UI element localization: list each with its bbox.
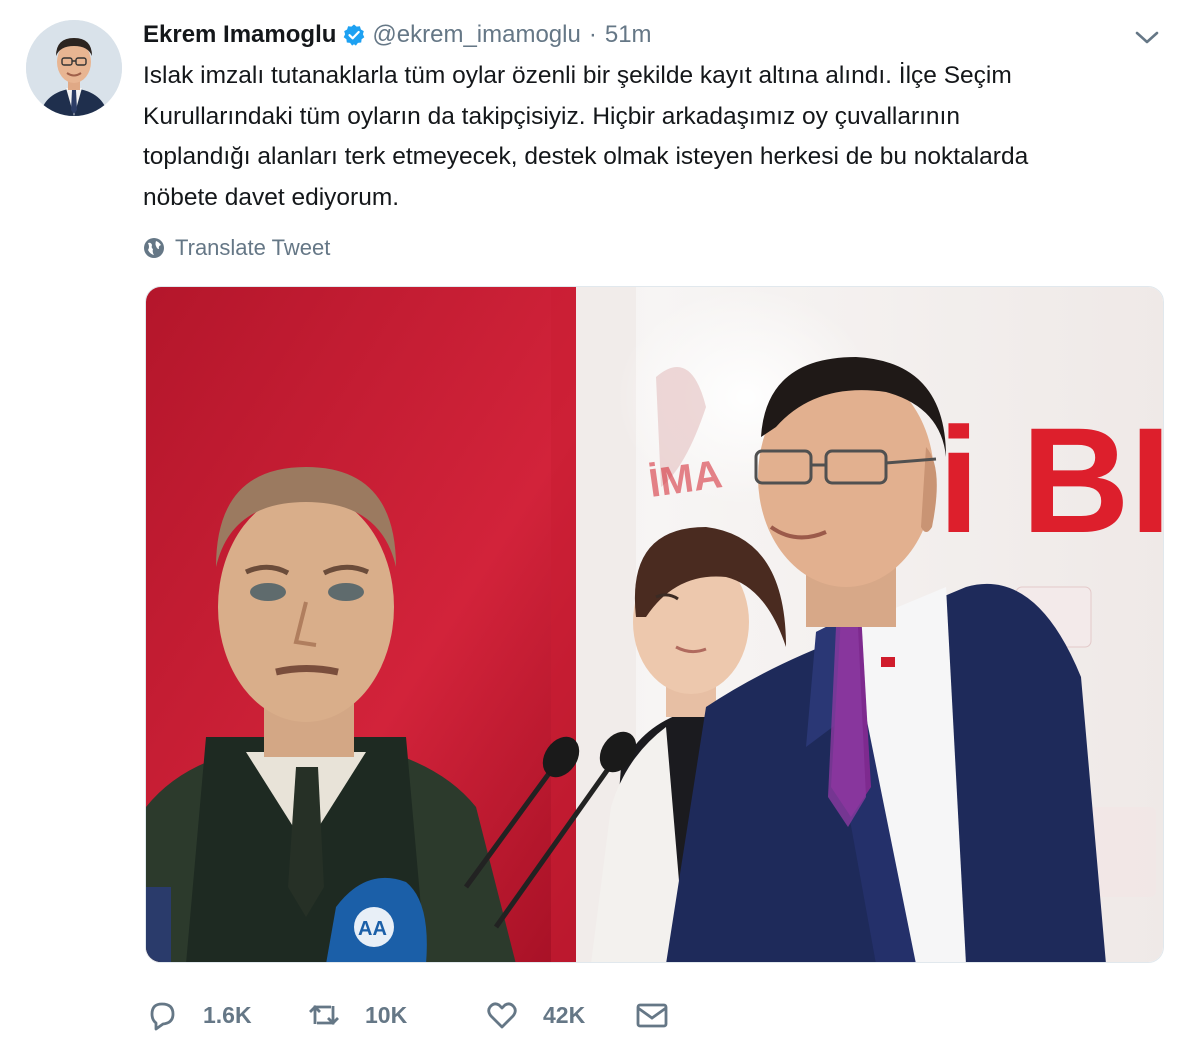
- tweet-card: Ekrem Imamoglu @ekrem_imamoglu · 51m Isl…: [0, 0, 1200, 1047]
- author-name[interactable]: Ekrem Imamoglu: [143, 21, 336, 49]
- photo-image: İMA i BIR: [146, 287, 1164, 962]
- tweet-photo[interactable]: İMA i BIR: [145, 286, 1164, 963]
- chevron-down-icon[interactable]: [1132, 26, 1162, 50]
- avatar-image: [26, 20, 122, 116]
- retweet-button[interactable]: 10K: [307, 998, 485, 1032]
- reply-button[interactable]: 1.6K: [145, 998, 307, 1032]
- avatar[interactable]: [26, 20, 122, 116]
- banner-text: i BIR: [938, 396, 1164, 564]
- tweet-text: Islak imzalı tutanaklarla tüm oylar özen…: [143, 56, 1173, 218]
- envelope-icon: [636, 1003, 668, 1028]
- like-count: 42K: [543, 1001, 586, 1028]
- translate-label: Translate Tweet: [175, 235, 331, 260]
- retweet-count: 10K: [365, 1001, 408, 1028]
- retweet-icon: [309, 1005, 339, 1025]
- translate-tweet-link[interactable]: Translate Tweet: [143, 232, 330, 264]
- tweet-text-line: Islak imzalı tutanaklarla tüm oylar özen…: [143, 62, 1012, 89]
- verified-badge-icon: [344, 24, 365, 46]
- tweet-header: Ekrem Imamoglu @ekrem_imamoglu · 51m: [143, 18, 652, 52]
- mic-flag-label: AA: [358, 918, 387, 940]
- timestamp[interactable]: 51m: [605, 21, 652, 49]
- tweet-text-line: toplandığı alanları terk etmeyecek, dest…: [143, 143, 1029, 170]
- globe-icon: [144, 238, 164, 258]
- tweet-actions: 1.6K 10K 42K: [145, 990, 669, 1040]
- separator-dot: ·: [588, 21, 597, 48]
- svg-text:i BIR: i BIR: [938, 396, 1164, 564]
- tweet-text-line: Kurullarındaki tüm oyların da takipçisiy…: [143, 102, 960, 130]
- author-handle[interactable]: @ekrem_imamoglu: [372, 21, 580, 49]
- direct-message-button[interactable]: [635, 998, 669, 1032]
- like-button[interactable]: 42K: [485, 998, 635, 1032]
- reply-icon: [150, 1002, 175, 1031]
- reply-count: 1.6K: [203, 1001, 252, 1028]
- heart-icon: [487, 1002, 517, 1029]
- tweet-text-line: nöbete davet ediyorum.: [143, 183, 400, 211]
